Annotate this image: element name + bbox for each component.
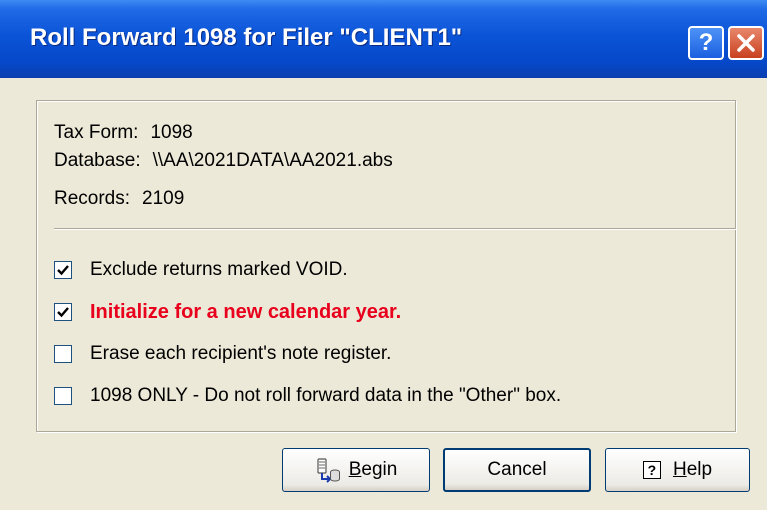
exclude-void-label: Exclude returns marked VOID. — [90, 259, 348, 280]
1098-only-option[interactable]: 1098 ONLY - Do not roll forward data in … — [54, 385, 561, 407]
question-icon: ? — [642, 461, 661, 479]
title-help-button[interactable]: ? — [688, 26, 724, 60]
records-line: Records: 2109 — [54, 188, 184, 210]
help-label: Help — [673, 459, 712, 481]
roll-forward-icon — [315, 457, 341, 483]
tax-form-value: 1098 — [150, 122, 193, 143]
cancel-label: Cancel — [487, 459, 547, 480]
database-label: Database: — [54, 150, 141, 171]
database-line: Database: \\AA\2021DATA\AA2021.abs — [54, 150, 393, 172]
begin-button[interactable]: Begin — [282, 448, 430, 492]
help-label-rest: elp — [686, 459, 713, 480]
checkmark-icon — [57, 307, 69, 318]
window-title: Roll Forward 1098 for Filer "CLIENT1" — [30, 24, 463, 51]
erase-notes-label: Erase each recipient's note register. — [90, 343, 392, 364]
help-button[interactable]: ? Help — [605, 448, 750, 492]
records-value: 2109 — [142, 188, 185, 209]
question-icon: ? — [698, 29, 714, 56]
tax-form-line: Tax Form: 1098 — [54, 122, 193, 144]
database-value: \\AA\2021DATA\AA2021.abs — [152, 150, 393, 171]
erase-notes-option[interactable]: Erase each recipient's note register. — [54, 343, 391, 365]
close-icon — [737, 34, 755, 52]
exclude-void-checkbox[interactable] — [54, 261, 72, 279]
initialize-year-option[interactable]: Initialize for a new calendar year. — [54, 301, 401, 323]
close-button[interactable] — [728, 26, 764, 60]
1098-only-checkbox[interactable] — [54, 387, 72, 405]
records-label: Records: — [54, 188, 131, 209]
title-bar: Roll Forward 1098 for Filer "CLIENT1" ? — [0, 0, 767, 78]
1098-only-label: 1098 ONLY - Do not roll forward data in … — [90, 385, 562, 406]
erase-notes-checkbox[interactable] — [54, 345, 72, 363]
initialize-year-label: Initialize for a new calendar year. — [90, 300, 402, 323]
cancel-button[interactable]: Cancel — [443, 448, 591, 492]
begin-label: Begin — [349, 459, 398, 481]
checkmark-icon — [57, 265, 69, 276]
separator — [54, 228, 736, 230]
tax-form-label: Tax Form: — [54, 122, 139, 143]
begin-mnemonic: B — [348, 459, 362, 480]
begin-label-rest: egin — [361, 459, 398, 480]
help-mnemonic: H — [672, 459, 687, 480]
initialize-year-checkbox[interactable] — [54, 303, 72, 321]
exclude-void-option[interactable]: Exclude returns marked VOID. — [54, 259, 348, 281]
